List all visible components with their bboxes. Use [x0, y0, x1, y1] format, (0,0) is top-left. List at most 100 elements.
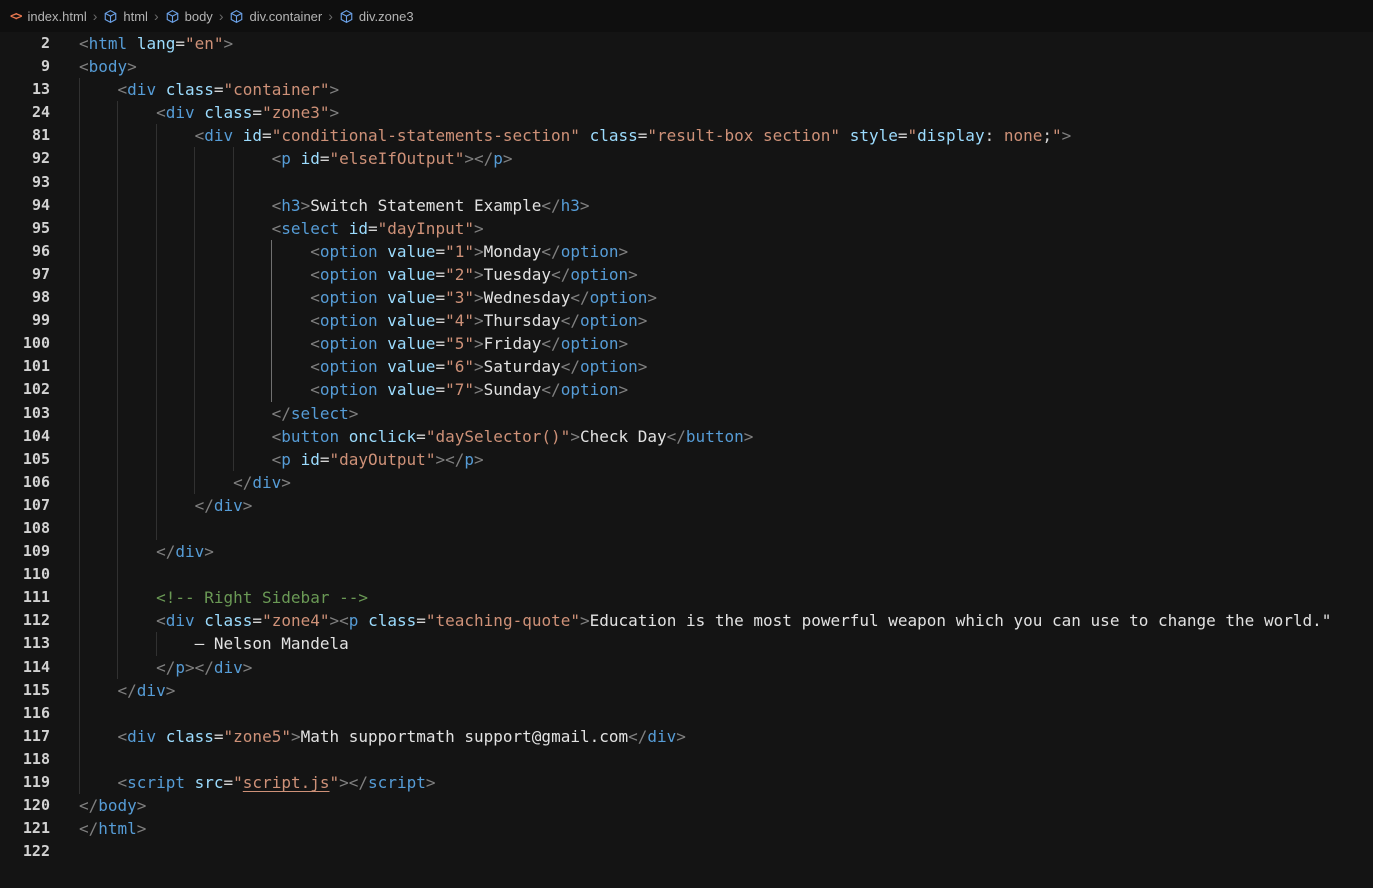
line-number[interactable]: 121 — [0, 817, 50, 840]
code-line[interactable]: </p></div> — [79, 655, 1373, 679]
code-line[interactable]: <body> — [79, 55, 1373, 78]
code-line[interactable]: <div class="zone3"> — [79, 101, 1373, 125]
code-line[interactable]: <p id="dayOutput"></p> — [79, 447, 1373, 471]
code-line[interactable]: <!-- Right Sidebar --> — [79, 586, 1373, 610]
indent-guide — [155, 170, 157, 194]
symbol-tag-icon — [165, 9, 180, 24]
line-number[interactable]: 100 — [0, 332, 50, 355]
breadcrumb-label: div.zone3 — [358, 8, 414, 24]
line-number[interactable]: 116 — [0, 702, 50, 725]
code-line[interactable]: <h3>Switch Statement Example</h3> — [79, 193, 1373, 217]
line-number[interactable]: 104 — [0, 425, 50, 448]
code-line[interactable]: </body> — [79, 794, 1373, 817]
line-number[interactable]: 108 — [0, 517, 50, 540]
line-number[interactable]: 115 — [0, 679, 50, 702]
indent-guide — [117, 563, 119, 587]
line-number[interactable]: 99 — [0, 309, 50, 332]
breadcrumb-item-div-zone3[interactable]: div.zone3 — [339, 9, 414, 24]
code-line-row: 99 <option value="4">Thursday</option> — [0, 309, 1373, 333]
line-number[interactable]: 81 — [0, 124, 50, 147]
line-number[interactable]: 110 — [0, 563, 50, 586]
code-line[interactable]: <p id="elseIfOutput"></p> — [79, 147, 1373, 171]
breadcrumb-label: div.container — [249, 8, 323, 24]
line-number[interactable]: 112 — [0, 609, 50, 632]
line-number[interactable]: 93 — [0, 171, 50, 194]
line-number[interactable]: 101 — [0, 355, 50, 378]
code-line[interactable]: </div> — [79, 678, 1373, 702]
breadcrumb-separator-icon: › — [92, 8, 98, 24]
code-line[interactable]: </div> — [79, 540, 1373, 564]
code-line[interactable]: <option value="6">Saturday</option> — [79, 355, 1373, 379]
code-line[interactable] — [79, 701, 1373, 725]
code-line[interactable]: </div> — [79, 493, 1373, 517]
breadcrumb-item-div-container[interactable]: div.container — [229, 9, 322, 24]
code-line[interactable]: — Nelson Mandela — [79, 632, 1373, 656]
code-line-row: 110 — [0, 563, 1373, 587]
code-line[interactable]: <option value="7">Sunday</option> — [79, 378, 1373, 402]
line-number[interactable]: 109 — [0, 540, 50, 563]
code-line[interactable]: <button onclick="daySelector()">Check Da… — [79, 424, 1373, 448]
line-number[interactable]: 119 — [0, 771, 50, 794]
breadcrumb-item-body[interactable]: body — [165, 9, 213, 24]
code-line[interactable] — [79, 563, 1373, 587]
code-line[interactable]: </select> — [79, 401, 1373, 425]
code-line[interactable]: <option value="2">Tuesday</option> — [79, 262, 1373, 287]
line-number[interactable]: 105 — [0, 448, 50, 471]
breadcrumb-item-index-html[interactable]: <> index.html — [10, 9, 87, 24]
code-line[interactable]: <div id="conditional-statements-section"… — [79, 124, 1373, 148]
code-line[interactable] — [79, 516, 1373, 541]
line-number[interactable]: 120 — [0, 794, 50, 817]
code-line[interactable] — [79, 170, 1373, 194]
line-number[interactable]: 114 — [0, 656, 50, 679]
editor: 2 <html lang="en"> 9 <body> 13 <div class="c… — [0, 32, 1373, 864]
line-number[interactable]: 98 — [0, 286, 50, 309]
line-number[interactable]: 2 — [0, 32, 50, 55]
code-line[interactable] — [79, 840, 1373, 863]
line-number[interactable]: 118 — [0, 748, 50, 771]
code-line[interactable]: </html> — [79, 817, 1373, 840]
indent-guide — [194, 170, 196, 194]
code-line[interactable]: <select id="dayInput"> — [79, 216, 1373, 240]
code-line-row: 105 <p id="dayOutput"></p> — [0, 447, 1373, 471]
code-line[interactable]: <div class="zone4"><p class="teaching-qu… — [79, 609, 1373, 633]
indent-guide — [155, 516, 157, 541]
code-line[interactable]: <div class="zone5">Math supportmath supp… — [79, 724, 1373, 748]
code-line-row: 96 <option value="1">Monday</option> — [0, 239, 1373, 263]
line-number[interactable]: 102 — [0, 378, 50, 401]
line-number[interactable]: 111 — [0, 586, 50, 609]
code-line-row: 98 <option value="3">Wednesday</option> — [0, 286, 1373, 310]
code-line[interactable]: <option value="5">Friday</option> — [79, 332, 1373, 356]
line-number[interactable]: 92 — [0, 147, 50, 170]
line-number[interactable]: 96 — [0, 240, 50, 263]
code-line-row: 100 <option value="5">Friday</option> — [0, 332, 1373, 356]
line-number[interactable]: 113 — [0, 632, 50, 655]
line-number[interactable]: 9 — [0, 55, 50, 78]
code-line-row: 115 </div> — [0, 678, 1373, 702]
code-line[interactable]: <option value="4">Thursday</option> — [79, 309, 1373, 333]
code-line[interactable]: <option value="1">Monday</option> — [79, 239, 1373, 263]
line-number[interactable]: 13 — [0, 78, 50, 101]
line-number[interactable]: 94 — [0, 194, 50, 217]
code-line[interactable]: <script src="script.js"></script> — [79, 771, 1373, 795]
line-number[interactable]: 117 — [0, 725, 50, 748]
code-line[interactable] — [79, 747, 1373, 771]
line-number[interactable]: 107 — [0, 494, 50, 517]
line-number[interactable]: 24 — [0, 101, 50, 124]
code-line-row: 102 <option value="7">Sunday</option> — [0, 378, 1373, 402]
code-line-row: 117 <div class="zone5">Math supportmath … — [0, 724, 1373, 748]
breadcrumb: <> index.html › html › body › div.container › div… — [0, 0, 1373, 32]
breadcrumb-item-html[interactable]: html — [103, 9, 148, 24]
line-number[interactable]: 103 — [0, 402, 50, 425]
line-number[interactable]: 95 — [0, 217, 50, 240]
line-number[interactable]: 106 — [0, 471, 50, 494]
code-line[interactable]: </div> — [79, 470, 1373, 494]
code-line[interactable]: <div class="container"> — [79, 78, 1373, 102]
code-line[interactable]: <option value="3">Wednesday</option> — [79, 286, 1373, 310]
line-number[interactable]: 97 — [0, 263, 50, 286]
line-number[interactable]: 122 — [0, 840, 50, 863]
code-line[interactable]: <html lang="en"> — [79, 32, 1373, 55]
code-line-row: 116 — [0, 701, 1373, 725]
code-area[interactable]: 2 <html lang="en"> 9 <body> 13 <div class="c… — [0, 32, 1373, 863]
code-line-row: 107 </div> — [0, 493, 1373, 517]
indent-guide — [79, 170, 80, 194]
